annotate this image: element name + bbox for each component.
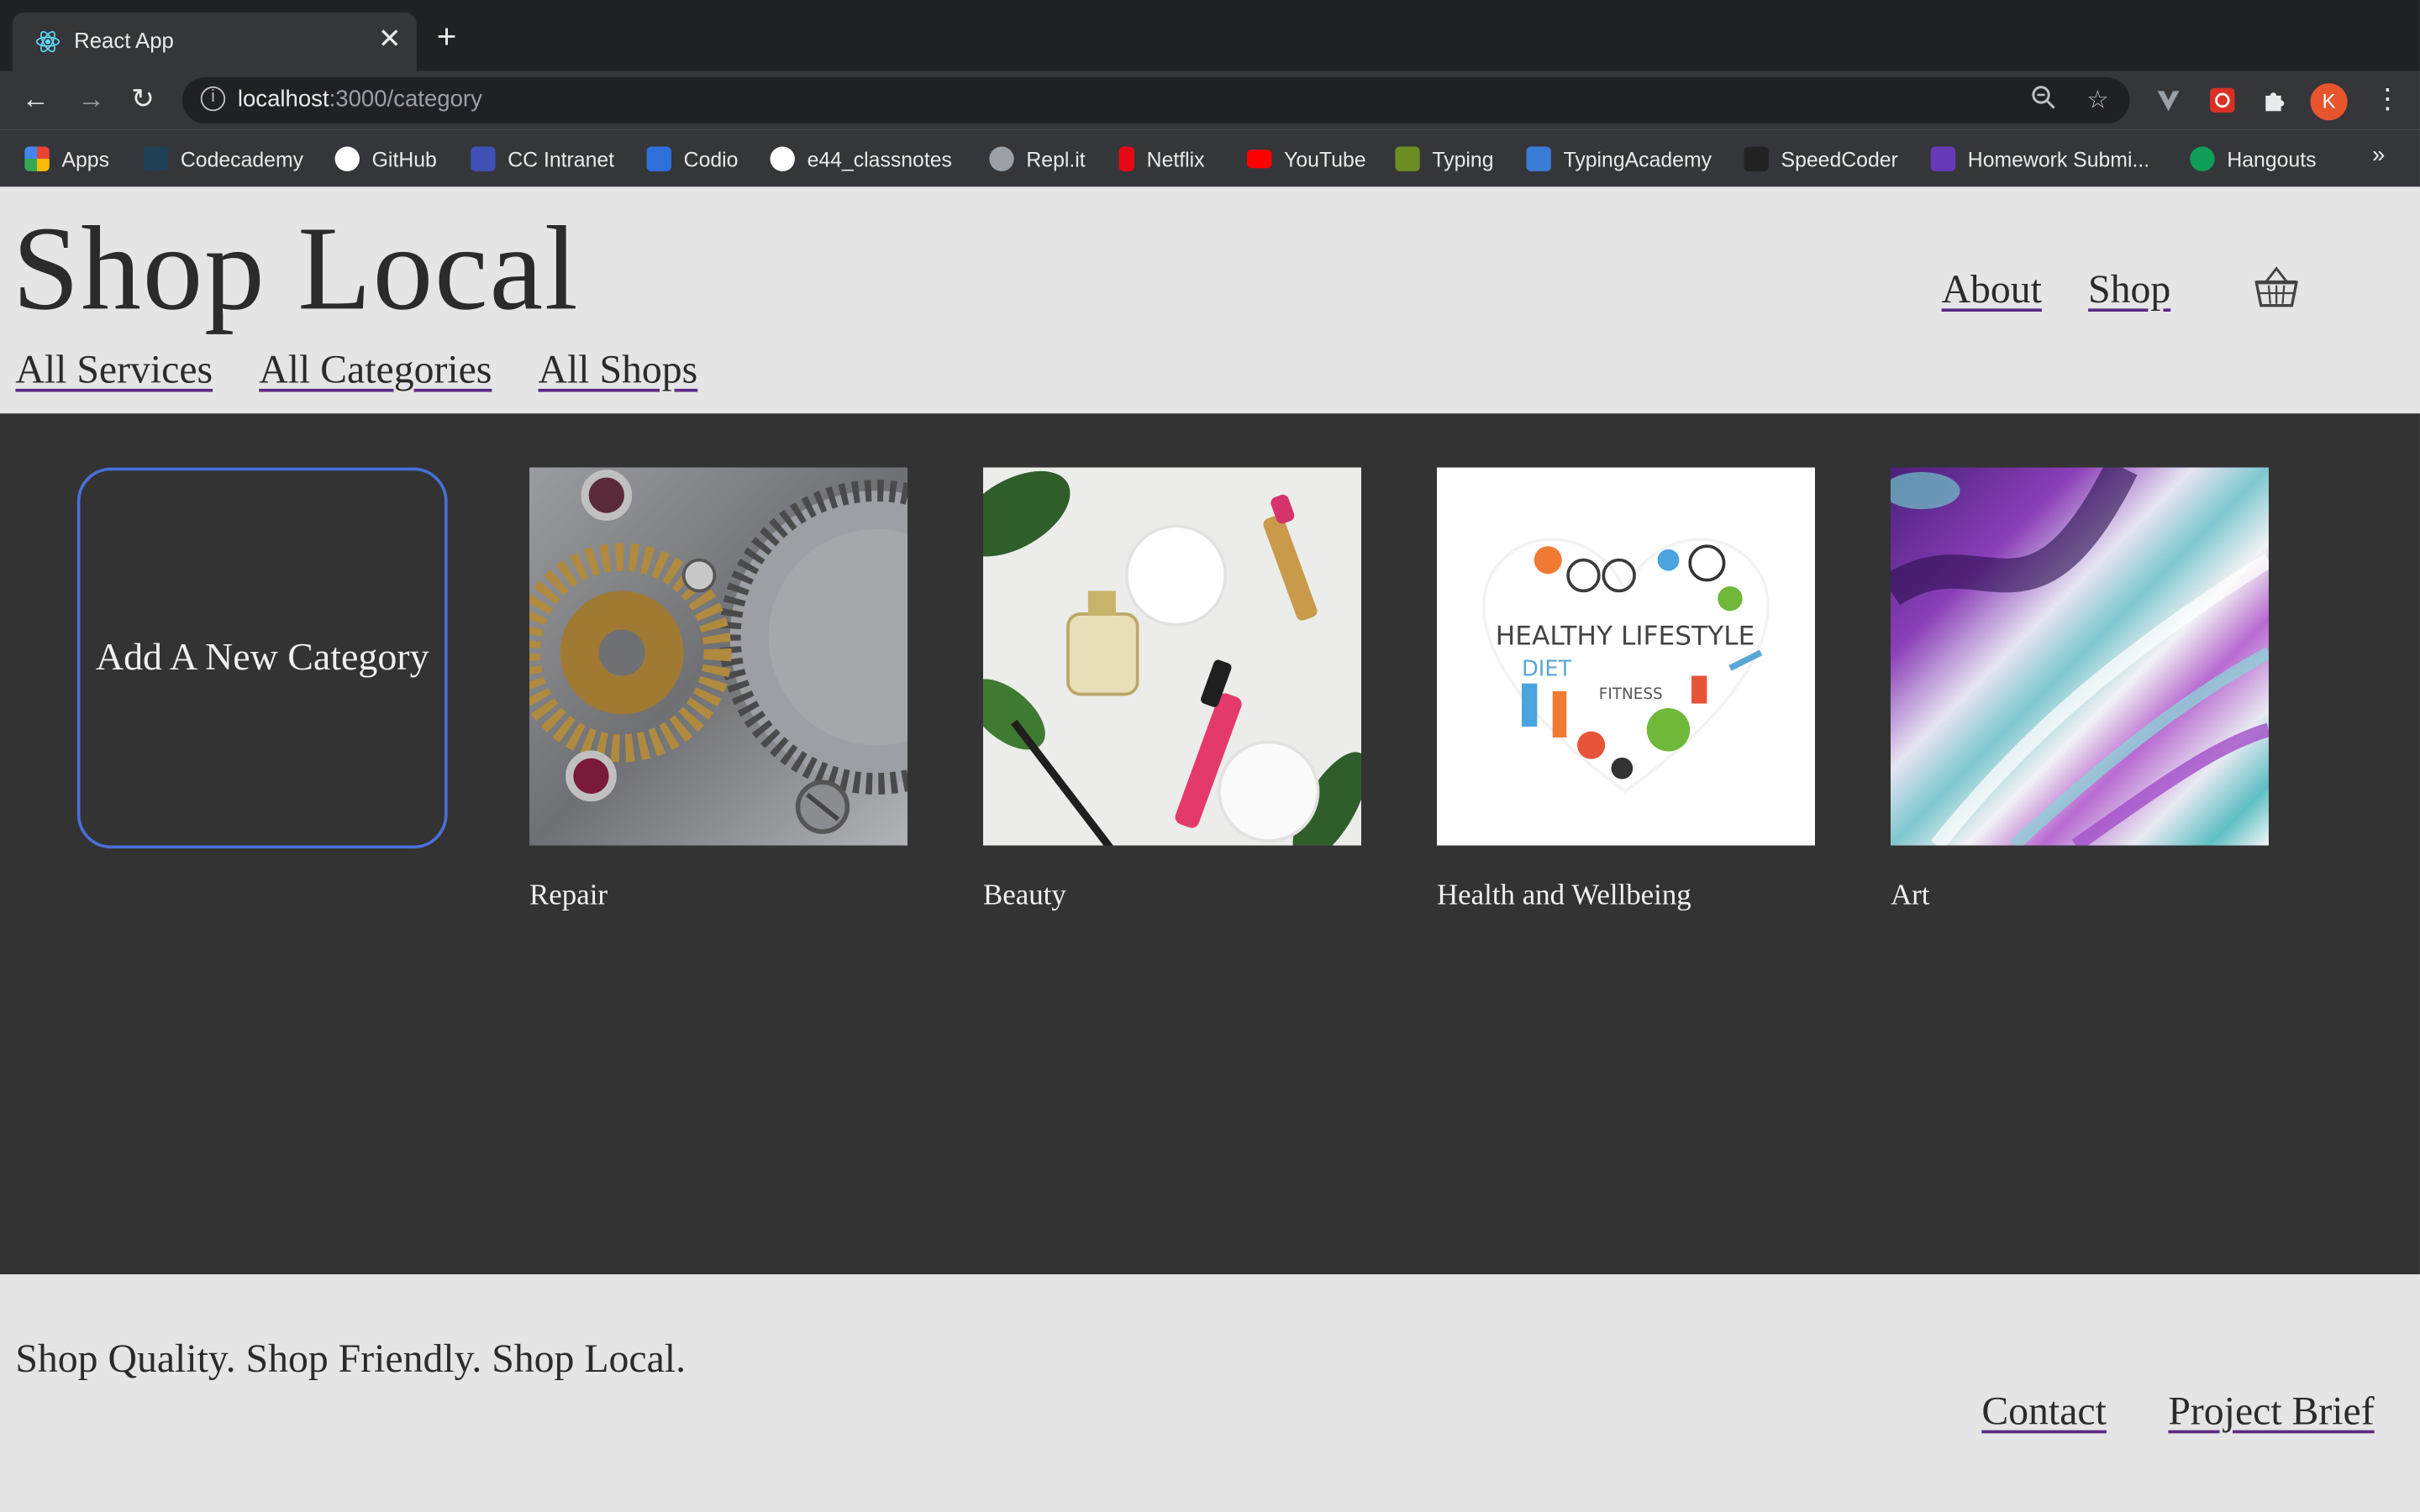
bookmark-apps[interactable]: Apps xyxy=(24,145,109,173)
nav-all-services[interactable]: All Services xyxy=(15,347,213,393)
apps-grid-icon xyxy=(24,146,50,171)
cosmetics-image[interactable] xyxy=(982,467,1361,846)
tab-title: React App xyxy=(74,28,174,53)
hangouts-icon xyxy=(2190,146,2215,171)
close-tab-icon[interactable]: ✕ xyxy=(378,24,402,56)
profile-avatar[interactable]: K xyxy=(2310,83,2348,121)
more-bookmarks-icon[interactable]: » xyxy=(2372,142,2385,168)
svg-text:HEALTHY LIFESTYLE: HEALTHY LIFESTYLE xyxy=(1496,622,1755,652)
add-category-label: Add A New Category xyxy=(95,636,429,679)
primary-nav: About Shop xyxy=(1942,267,2171,313)
address-bar[interactable]: i localhost:3000/category ☆ xyxy=(182,76,2130,123)
bookmark-cc-intranet[interactable]: CC Intranet xyxy=(471,145,614,173)
back-icon[interactable]: ← xyxy=(22,83,50,116)
github-icon xyxy=(770,146,795,171)
category-label[interactable]: Health and Wellbeing xyxy=(1437,879,1815,913)
bookmark-codecademy[interactable]: Codecademy xyxy=(143,145,303,173)
bookmark-netflix[interactable]: Netflix xyxy=(1118,145,1205,173)
replit-icon xyxy=(989,146,1014,171)
nav-about[interactable]: About xyxy=(1942,267,2042,313)
browser-tab[interactable]: React App ✕ xyxy=(12,12,417,71)
category-card-repair[interactable]: Repair xyxy=(529,467,908,914)
nav-shop[interactable]: Shop xyxy=(2088,267,2170,313)
category-label[interactable]: Beauty xyxy=(983,879,1361,913)
bookmark-star-icon[interactable]: ☆ xyxy=(2086,85,2108,116)
codio-icon xyxy=(646,146,671,171)
category-label[interactable]: Art xyxy=(1891,879,2269,913)
bookmark-e44-classnotes[interactable]: e44_classnotes xyxy=(770,145,952,173)
nav-all-categories[interactable]: All Categories xyxy=(259,347,492,393)
speedcoder-icon xyxy=(1744,146,1769,171)
healthy-lifestyle-heart-image[interactable]: HEALTHY LIFESTYLE DIET FITNESS xyxy=(1436,467,1815,846)
bookmark-codio[interactable]: Codio xyxy=(646,145,738,173)
category-label[interactable]: Repair xyxy=(529,879,908,913)
bookmarks-bar: Apps Codecademy GitHub CC Intranet Codio… xyxy=(0,129,2420,189)
netflix-icon xyxy=(1118,146,1134,171)
reload-icon[interactable]: ↻ xyxy=(131,83,155,116)
codecademy-icon xyxy=(143,146,169,171)
bookmark-typing[interactable]: Typing xyxy=(1395,145,1494,173)
bookmark-github[interactable]: GitHub xyxy=(334,145,437,173)
site-logo[interactable]: Shop Local xyxy=(13,199,580,338)
screencast-extension-icon[interactable] xyxy=(2208,87,2236,114)
footer-tagline: Shop Quality. Shop Friendly. Shop Local. xyxy=(15,1336,687,1381)
new-tab-icon[interactable]: + xyxy=(437,19,457,54)
svg-text:FITNESS: FITNESS xyxy=(1599,685,1663,703)
forward-icon[interactable]: → xyxy=(77,83,105,116)
nav-all-shops[interactable]: All Shops xyxy=(539,347,698,393)
category-card-beauty[interactable]: Beauty xyxy=(982,467,1361,914)
youtube-icon xyxy=(1247,150,1272,169)
svg-text:DIET: DIET xyxy=(1522,656,1572,681)
watch-gears-image[interactable] xyxy=(529,467,908,846)
github-icon xyxy=(334,146,360,171)
browser-toolbar: ← → ↻ i localhost:3000/category ☆ K ⋮ xyxy=(0,71,2420,130)
vimeo-extension-icon[interactable] xyxy=(2154,87,2182,114)
site-footer: Shop Quality. Shop Friendly. Shop Local.… xyxy=(0,1274,2420,1512)
bookmark-hangouts[interactable]: Hangouts xyxy=(2190,145,2317,173)
footer-link-contact[interactable]: Contact xyxy=(1981,1389,2107,1435)
bookmark-youtube[interactable]: YouTube xyxy=(1247,145,1366,173)
site-header: Shop Local All Services All Categories A… xyxy=(0,186,2420,414)
category-card-health[interactable]: HEALTHY LIFESTYLE DIET FITNESS Health an… xyxy=(1436,467,1815,914)
category-grid: Add A New Category Repair Beauty HEALTHY… xyxy=(0,413,2420,1275)
secondary-nav: All Services All Categories All Shops xyxy=(15,347,697,393)
bookmark-homework[interactable]: Homework Submi... xyxy=(1930,145,2149,173)
bookmark-replit[interactable]: Repl.it xyxy=(989,145,1086,173)
url-text: localhost:3000/category xyxy=(237,86,482,113)
add-category-button[interactable]: Add A New Category xyxy=(76,467,448,849)
typingacademy-icon xyxy=(1526,146,1551,171)
intranet-icon xyxy=(471,146,496,171)
bookmark-typingacademy[interactable]: TypingAcademy xyxy=(1526,145,1712,173)
footer-link-project-brief[interactable]: Project Brief xyxy=(2168,1389,2374,1435)
category-card-art[interactable]: Art xyxy=(1890,467,2269,914)
browser-tab-bar: React App ✕ + xyxy=(0,0,2420,71)
bookmark-speedcoder[interactable]: SpeedCoder xyxy=(1744,145,1898,173)
zoom-icon[interactable] xyxy=(2031,85,2055,118)
footer-nav: Contact Project Brief xyxy=(1981,1389,2374,1435)
site-info-icon[interactable]: i xyxy=(200,86,226,112)
extensions-puzzle-icon[interactable] xyxy=(2261,87,2289,114)
react-icon xyxy=(35,31,60,53)
basket-icon[interactable] xyxy=(2252,264,2302,310)
fluid-art-image[interactable] xyxy=(1890,467,2269,846)
typing-icon xyxy=(1395,146,1420,171)
browser-menu-icon[interactable]: ⋮ xyxy=(2374,83,2402,116)
homework-icon xyxy=(1930,146,1956,171)
